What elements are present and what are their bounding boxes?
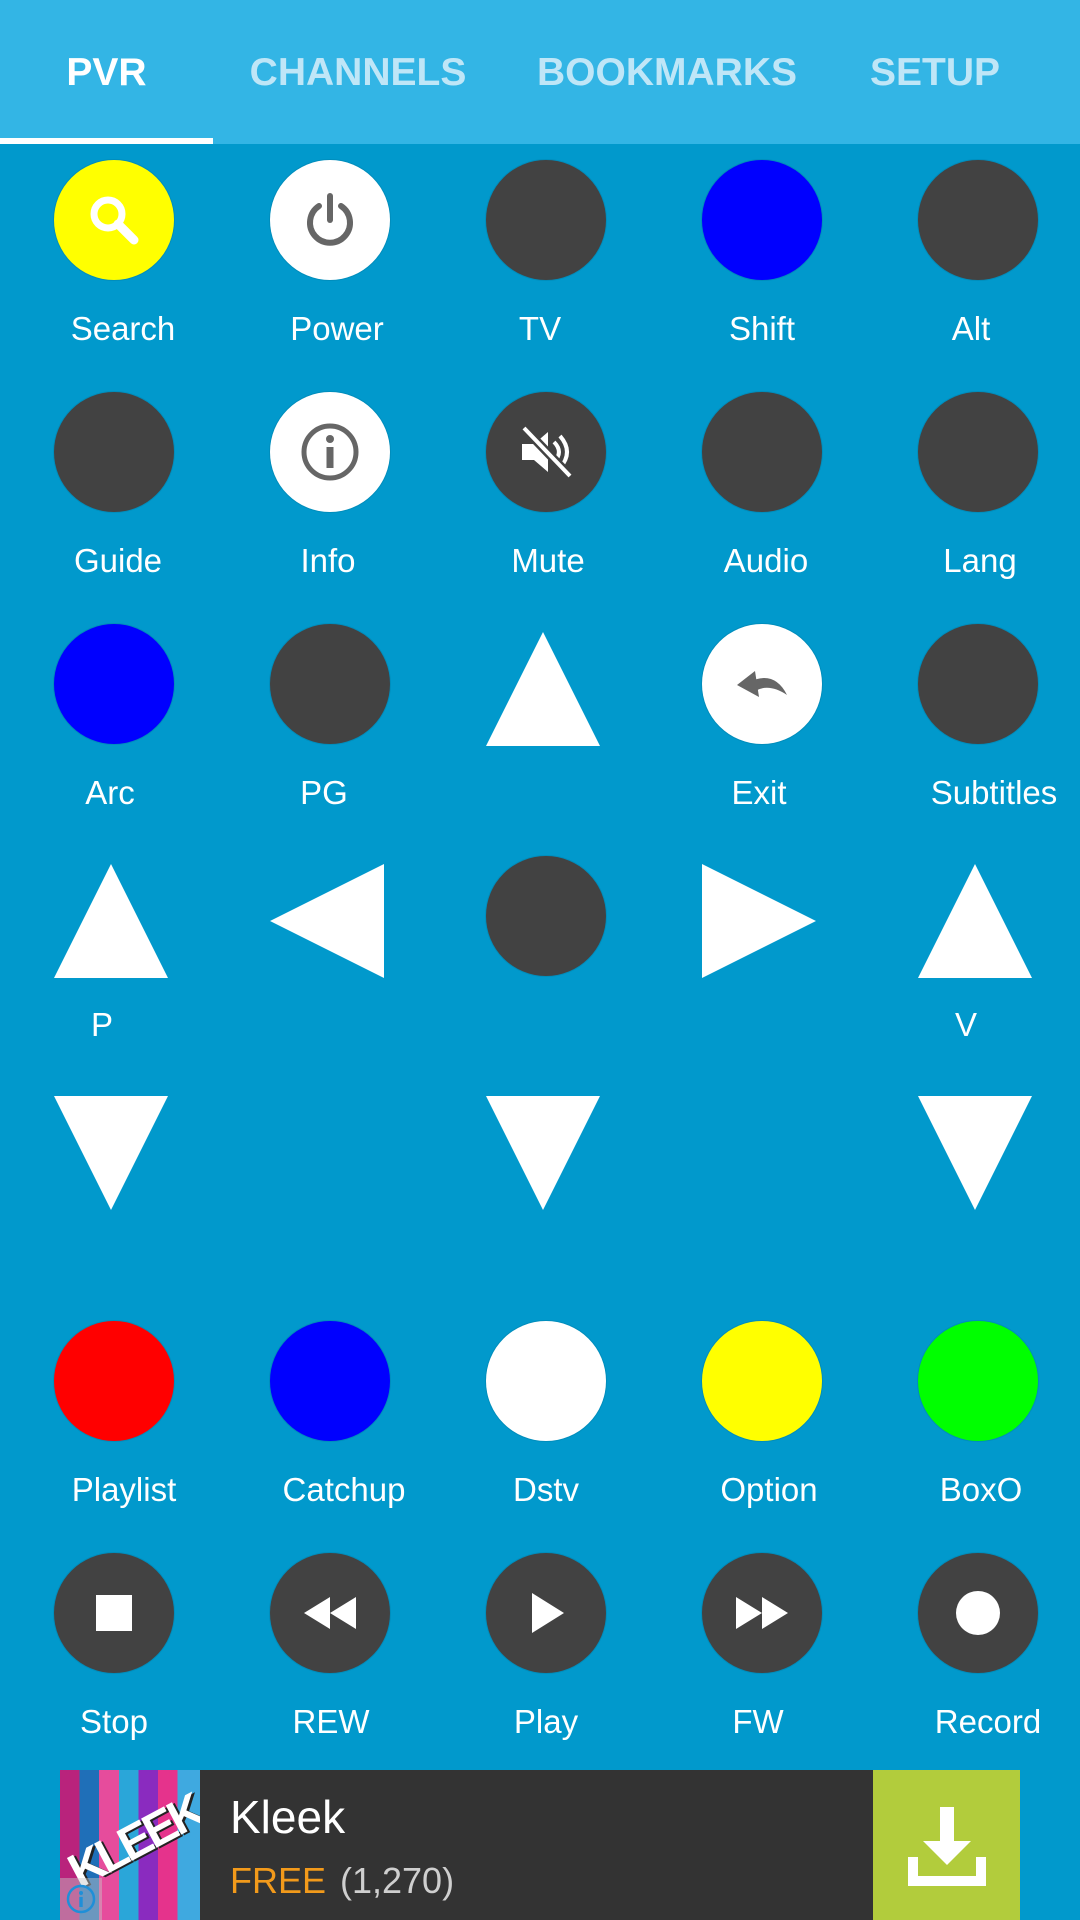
subtitles-label: Subtitles [930, 774, 1058, 811]
stop-button[interactable] [54, 1553, 174, 1673]
ad-rating-count: (1,270) [340, 1860, 455, 1901]
tv-button[interactable] [486, 160, 606, 280]
program-down-button[interactable] [54, 1096, 168, 1210]
option-label: Option [720, 1471, 818, 1508]
catchup-label: Catchup [282, 1471, 406, 1508]
info-button[interactable] [270, 392, 390, 512]
tab-setup[interactable]: SETUP [850, 0, 1020, 144]
volume-up-button[interactable] [918, 864, 1032, 978]
guide-button[interactable] [54, 392, 174, 512]
volume-down-button[interactable] [918, 1096, 1032, 1210]
power-icon [307, 193, 353, 246]
ad-info-icon[interactable] [60, 1878, 102, 1920]
ad-app-title[interactable]: Kleek [230, 1790, 345, 1844]
up-arrow-button[interactable] [486, 632, 600, 746]
record-icon [956, 1591, 1000, 1635]
dstv-label: Dstv [513, 1471, 579, 1508]
arc-label: Arc [85, 774, 135, 811]
play-label: Play [513, 1703, 579, 1740]
alt-button[interactable] [918, 160, 1038, 280]
tab-bar: PVR CHANNELS BOOKMARKS SETUP [0, 0, 1080, 144]
audio-label: Audio [723, 542, 809, 579]
rew-label: REW [292, 1703, 370, 1740]
boxo-label: BoxO [939, 1471, 1023, 1508]
exit-label: Exit [731, 774, 787, 811]
pg-button[interactable] [270, 624, 390, 744]
ad-price: FREE [230, 1860, 327, 1901]
ad-download-button[interactable] [873, 1770, 1020, 1920]
fast-forward-icon [736, 1597, 788, 1629]
subtitles-button[interactable] [918, 624, 1038, 744]
power-button[interactable] [270, 160, 390, 280]
fw-label: FW [732, 1703, 784, 1740]
down-arrow-button[interactable] [486, 1096, 600, 1210]
ok-button[interactable] [486, 856, 606, 976]
catchup-button[interactable] [270, 1321, 390, 1441]
mute-icon [520, 424, 574, 480]
ad-banner[interactable]: KLEEK Kleek FREE (1,270) [60, 1770, 1020, 1920]
active-tab-indicator [0, 138, 213, 144]
alt-label: Alt [951, 310, 991, 347]
dstv-button[interactable] [486, 1321, 606, 1441]
arc-button[interactable] [54, 624, 174, 744]
program-label: P [90, 1006, 113, 1043]
search-icon [90, 196, 139, 245]
option-button[interactable] [702, 1321, 822, 1441]
power-label: Power [290, 310, 384, 347]
audio-button[interactable] [702, 392, 822, 512]
undo-icon [737, 671, 787, 697]
left-arrow-button[interactable] [270, 864, 384, 978]
mute-label: Mute [511, 542, 585, 579]
stop-label: Stop [80, 1703, 148, 1740]
tab-pvr[interactable]: PVR [0, 0, 213, 144]
playlist-button[interactable] [54, 1321, 174, 1441]
lang-button[interactable] [918, 392, 1038, 512]
mute-button[interactable] [486, 392, 606, 512]
tab-bookmarks[interactable]: BOOKMARKS [520, 0, 814, 144]
play-button[interactable] [486, 1553, 606, 1673]
program-up-button[interactable] [54, 864, 168, 978]
guide-label: Guide [73, 542, 163, 579]
tv-label: TV [518, 310, 562, 347]
tab-channels[interactable]: CHANNELS [224, 0, 492, 144]
lang-label: Lang [943, 542, 1017, 579]
rew-button[interactable] [270, 1553, 390, 1673]
kleek-app-logo[interactable]: KLEEK [60, 1770, 200, 1920]
rewind-icon [304, 1597, 356, 1629]
search-label: Search [70, 310, 176, 347]
volume-label: V [954, 1006, 977, 1043]
record-button[interactable] [918, 1553, 1038, 1673]
info-icon [301, 423, 359, 481]
stop-icon [96, 1595, 132, 1631]
fw-button[interactable] [702, 1553, 822, 1673]
shift-label: Shift [728, 310, 796, 347]
search-button[interactable] [54, 160, 174, 280]
exit-button[interactable] [702, 624, 822, 744]
download-icon [907, 1807, 986, 1886]
record-label: Record [934, 1703, 1042, 1740]
info-label: Info [300, 542, 356, 579]
play-icon [532, 1593, 564, 1633]
playlist-label: Playlist [71, 1471, 177, 1508]
shift-button[interactable] [702, 160, 822, 280]
pg-label: PG [300, 774, 348, 811]
right-arrow-button[interactable] [702, 864, 816, 978]
boxo-button[interactable] [918, 1321, 1038, 1441]
